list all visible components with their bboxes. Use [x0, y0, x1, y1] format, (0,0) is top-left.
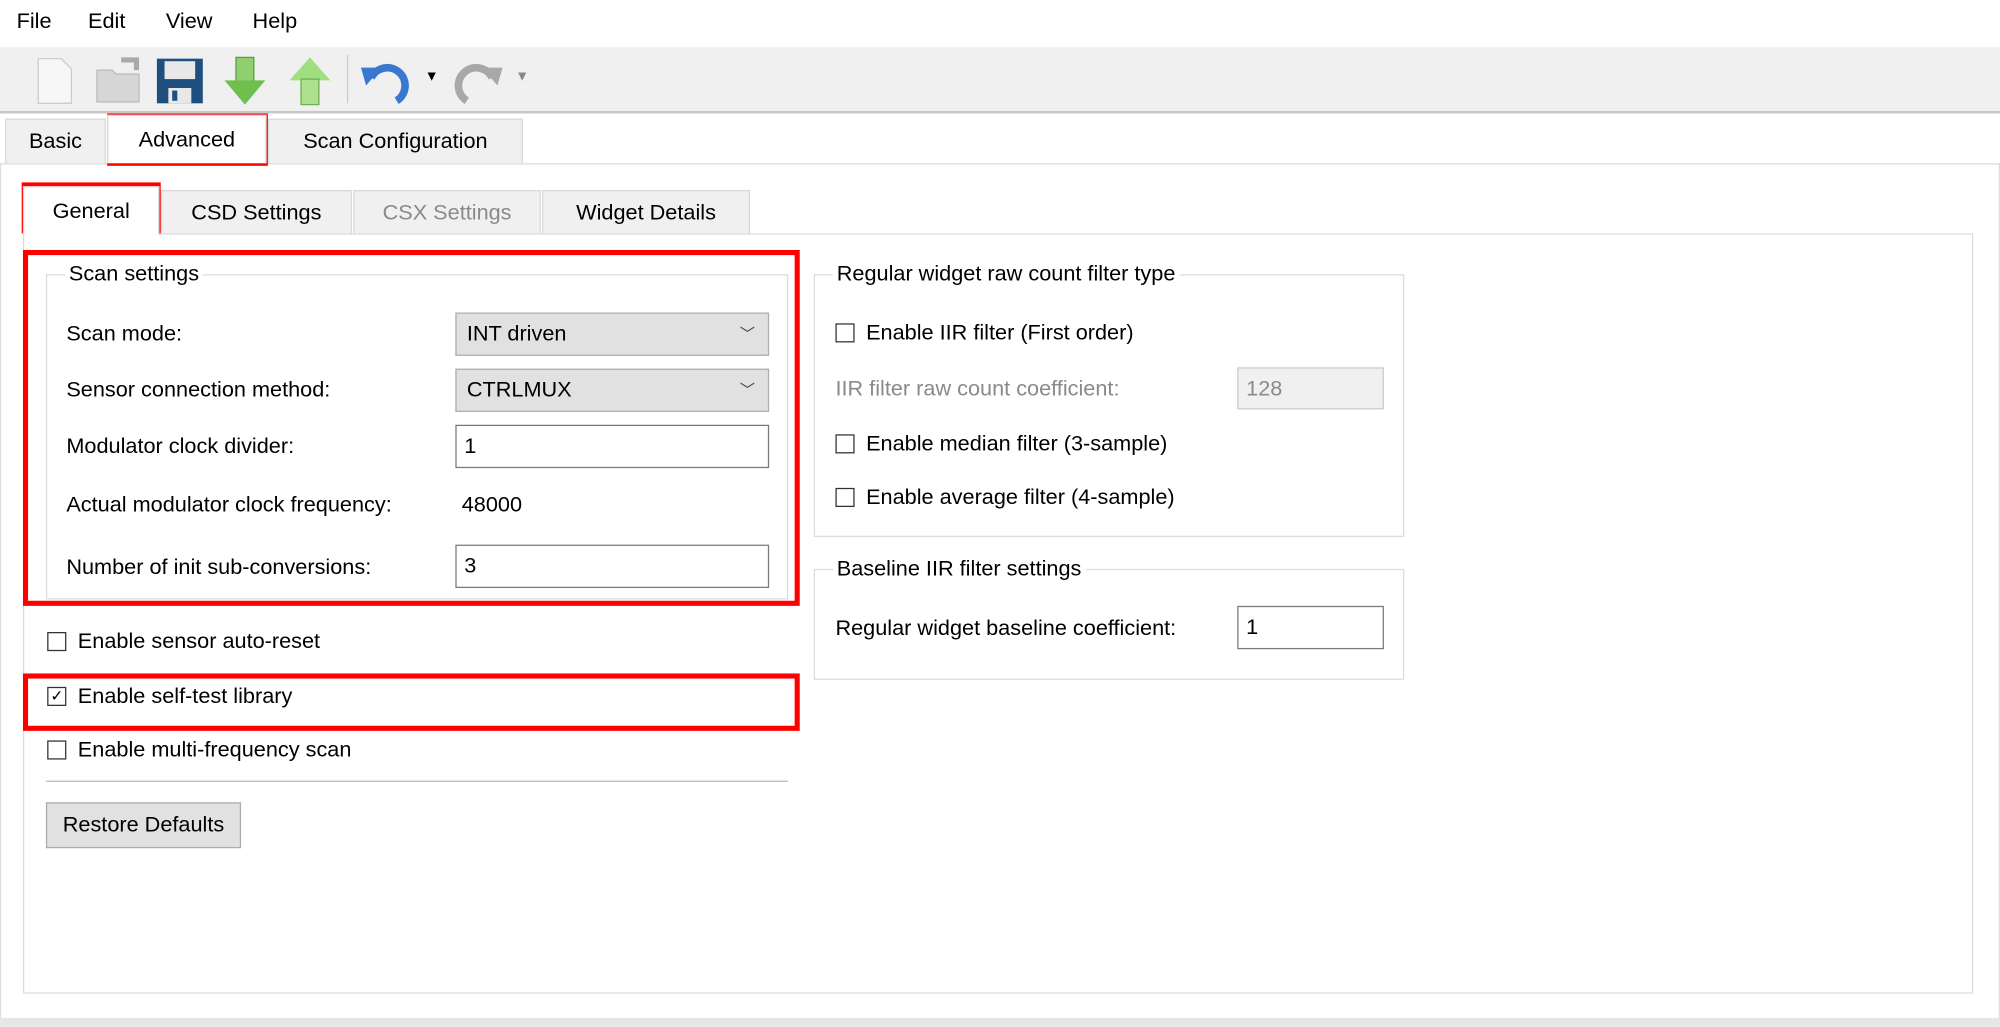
sensor-connection-label: Sensor connection method:: [66, 377, 331, 402]
average-filter-label: Enable average filter (4-sample): [866, 484, 1175, 509]
tab-label: CSX Settings: [382, 200, 512, 225]
undo-dropdown-icon[interactable]: ▼: [425, 69, 439, 84]
baseline-coefficient-label: Regular widget baseline coefficient:: [835, 616, 1177, 641]
scan-mode-select[interactable]: INT driven ﹀: [455, 312, 770, 356]
sensor-connection-select[interactable]: CTRLMUX ﹀: [455, 368, 770, 412]
average-filter-checkbox[interactable]: [835, 487, 855, 508]
modulator-divider-input[interactable]: 1: [455, 424, 770, 469]
init-subconversions-input[interactable]: 3: [455, 544, 770, 589]
multi-frequency-label: Enable multi-frequency scan: [77, 737, 352, 762]
auto-reset-checkbox[interactable]: [47, 632, 67, 652]
iir-coefficient-input: 128: [1237, 367, 1384, 410]
iir-filter-label: Enable IIR filter (First order): [866, 320, 1134, 345]
button-label: Restore Defaults: [62, 812, 225, 837]
menu-file[interactable]: File: [17, 9, 52, 35]
input-value: 3: [464, 553, 477, 578]
multi-frequency-checkbox[interactable]: [47, 740, 67, 760]
subtab-widget-details[interactable]: Widget Details: [542, 190, 750, 235]
iir-filter-checkbox[interactable]: [835, 323, 855, 343]
median-filter-label: Enable median filter (3-sample): [866, 431, 1168, 456]
scan-mode-label: Scan mode:: [66, 321, 183, 346]
baseline-coefficient-input[interactable]: 1: [1237, 605, 1384, 650]
new-file-icon[interactable]: [28, 55, 79, 106]
chevron-down-icon: ﹀: [739, 381, 756, 400]
tab-label: General: [52, 198, 130, 223]
tab-advanced[interactable]: Advanced: [107, 114, 267, 164]
group-title: Regular widget raw count filter type: [832, 261, 1180, 287]
tab-label: Basic: [28, 128, 82, 154]
group-title: Scan settings: [65, 261, 203, 287]
open-folder-icon[interactable]: [93, 55, 144, 106]
auto-reset-label: Enable sensor auto-reset: [77, 628, 321, 654]
toolbar-separator: [346, 54, 349, 104]
save-icon[interactable]: [154, 55, 205, 106]
menu-help[interactable]: Help: [253, 9, 298, 35]
input-value: 128: [1246, 375, 1283, 400]
modulator-divider-label: Modulator clock divider:: [66, 433, 295, 458]
group-title: Baseline IIR filter settings: [832, 556, 1086, 582]
redo-icon[interactable]: [452, 55, 503, 106]
actual-frequency-value: 48000: [461, 492, 523, 517]
menu-view[interactable]: View: [166, 9, 213, 35]
input-value: 1: [1246, 614, 1259, 640]
iir-coefficient-label: IIR filter raw count coefficient:: [835, 376, 1120, 401]
self-test-checkbox[interactable]: ✓: [47, 686, 67, 706]
select-value: INT driven: [466, 321, 567, 346]
subtab-csx-settings: CSX Settings: [353, 190, 541, 235]
import-arrow-down-icon[interactable]: [219, 55, 270, 106]
status-strip: [0, 1017, 2000, 1027]
tab-basic[interactable]: Basic: [5, 118, 106, 164]
undo-icon[interactable]: [360, 55, 412, 106]
subtab-general[interactable]: General: [22, 186, 160, 235]
init-subconversions-label: Number of init sub-conversions:: [66, 554, 372, 580]
tab-label: CSD Settings: [191, 200, 322, 225]
app-window: File Edit View Help ▼ ▼ Basic Advanced S…: [0, 0, 2000, 1027]
self-test-label: Enable self-test library: [77, 683, 293, 708]
toolbar: ▼ ▼: [0, 47, 2000, 114]
select-value: CTRLMUX: [466, 377, 572, 402]
median-filter-checkbox[interactable]: [835, 434, 855, 454]
chevron-down-icon: ﹀: [739, 325, 756, 344]
input-value: 1: [464, 433, 477, 458]
actual-frequency-label: Actual modulator clock frequency:: [66, 492, 392, 517]
tab-label: Advanced: [138, 126, 236, 152]
tab-label: Widget Details: [576, 200, 716, 225]
menu-edit[interactable]: Edit: [88, 9, 125, 35]
divider: [45, 780, 789, 782]
tab-label: Scan Configuration: [303, 128, 488, 154]
tab-scan-configuration[interactable]: Scan Configuration: [267, 118, 523, 164]
redo-dropdown-icon[interactable]: ▼: [515, 69, 529, 84]
subtab-csd-settings[interactable]: CSD Settings: [160, 190, 353, 235]
restore-defaults-button[interactable]: Restore Defaults: [45, 802, 242, 849]
export-arrow-up-icon[interactable]: [284, 55, 335, 106]
